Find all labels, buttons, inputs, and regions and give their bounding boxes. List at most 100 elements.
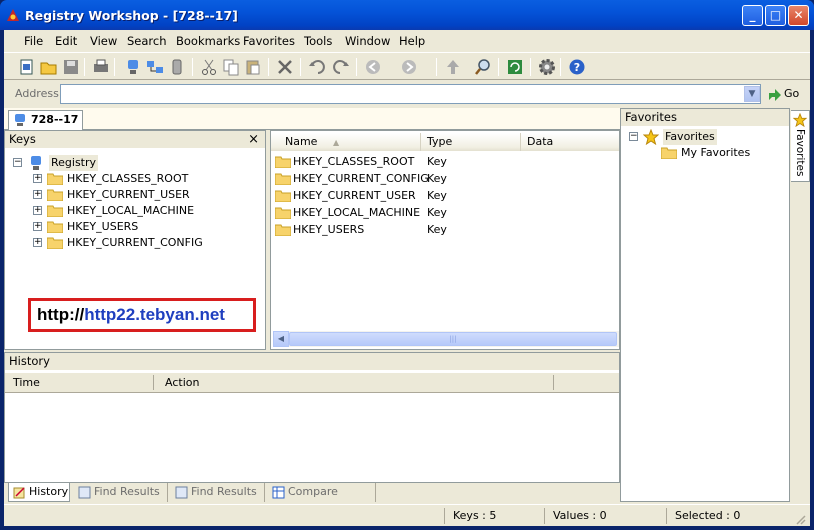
favorites-side-strip: Favorites [790,108,810,502]
collapse-icon[interactable]: − [13,158,22,167]
list-item-type: Key [427,155,447,168]
undo-icon[interactable] [308,58,326,76]
column-time[interactable]: Time [13,376,40,389]
address-label: Address [15,87,59,100]
back-icon[interactable] [364,58,382,76]
scroll-left-icon[interactable]: ◀ [273,331,289,347]
collapse-icon[interactable]: − [629,132,638,141]
list-item-type: Key [427,206,447,219]
address-bar: Address ▼ Go [4,82,810,106]
list-item-name: HKEY_CLASSES_ROOT [293,155,415,168]
column-action[interactable]: Action [165,376,199,389]
column-name[interactable]: Name ▲ [271,133,421,151]
copy-icon[interactable] [222,58,240,76]
folder-icon [47,237,63,249]
list-item-type: Key [427,223,447,236]
status-keys: Keys : 5 [444,508,544,524]
column-data[interactable]: Data [521,133,619,151]
expand-icon[interactable]: + [33,206,42,215]
delete-icon[interactable] [276,58,294,76]
menu-file[interactable]: File [24,34,43,48]
tab-find-results-1[interactable]: Find Results 1 [74,483,168,516]
refresh-icon[interactable] [506,58,524,76]
find-icon[interactable] [474,58,492,76]
tree-item-label: HKEY_CURRENT_USER [67,188,190,201]
options-icon[interactable] [538,58,556,76]
star-icon [793,113,807,127]
tab-history[interactable]: History [8,483,70,502]
expand-icon[interactable]: + [33,190,42,199]
menu-window[interactable]: Window [345,34,390,48]
tab-document[interactable]: 728--17 [8,110,84,130]
load-hive-icon[interactable] [168,58,186,76]
registry-icon[interactable] [124,58,142,76]
maximize-button[interactable]: □ [765,5,786,26]
tree-item-label: HKEY_LOCAL_MACHINE [67,204,195,217]
title-bar[interactable]: Registry Workshop - [728--17] _ □ ✕ [0,0,814,30]
list-item-name: HKEY_CURRENT_USER [293,189,416,202]
status-values: Values : 0 [544,508,666,524]
chevron-down-icon[interactable]: ▼ [744,86,760,102]
favorites-side-label: Favorites [794,129,806,177]
new-icon[interactable] [18,58,36,76]
go-button[interactable]: Go [766,85,806,103]
menu-tools[interactable]: Tools [304,34,332,48]
resize-grip-icon[interactable] [794,513,806,525]
expand-icon[interactable]: + [33,174,42,183]
forward-icon[interactable] [400,58,418,76]
tab-document-label: 728--17 [31,113,79,126]
watermark-prefix: http:// [37,305,85,324]
svg-text:?: ? [574,61,580,74]
compare-results-icon [272,486,285,499]
tree-root-label: Registry [49,155,99,171]
scroll-thumb[interactable]: ||| [289,332,617,346]
horizontal-scrollbar[interactable]: ◀ ||| [273,331,619,347]
favorites-panel-header: Favorites [621,109,789,127]
open-icon[interactable] [40,58,58,76]
star-icon [643,129,659,145]
list-item-type: Key [427,172,447,185]
toolbar: ? [4,52,810,80]
network-registry-icon[interactable] [146,58,164,76]
folder-icon [661,147,677,159]
address-input[interactable]: ▼ [60,84,761,104]
history-panel-header: History [5,353,619,371]
menu-help[interactable]: Help [399,34,425,48]
tree-item-label: HKEY_CLASSES_ROOT [67,172,189,185]
history-columns: Time Action [5,373,619,393]
menu-edit[interactable]: Edit [55,34,77,48]
tree-item-label: HKEY_CURRENT_CONFIG [67,236,203,249]
app-window: Registry Workshop - [728--17] _ □ ✕ File… [0,0,814,530]
menu-view[interactable]: View [90,34,117,48]
folder-icon [275,190,291,202]
folder-icon [47,173,63,185]
redo-icon[interactable] [332,58,350,76]
save-icon[interactable] [62,58,80,76]
favorites-panel: Favorites − Favorites My Favorites [620,108,790,502]
expand-icon[interactable]: + [33,238,42,247]
menu-bookmarks[interactable]: Bookmarks [176,34,240,48]
menu-favorites[interactable]: Favorites [243,34,295,48]
cut-icon[interactable] [200,58,218,76]
favorites-item-label: My Favorites [681,146,751,159]
help-icon[interactable]: ? [568,58,586,76]
up-icon[interactable] [444,58,462,76]
menu-search[interactable]: Search [127,34,167,48]
list-item-name: HKEY_USERS [293,223,365,236]
registry-icon [15,114,25,126]
expand-icon[interactable]: + [33,222,42,231]
go-label: Go [784,87,800,100]
minimize-button[interactable]: _ [742,5,763,26]
window-title: Registry Workshop - [728--17] [25,8,238,23]
client-area: File Edit View Search Bookmarks Favorite… [4,30,810,526]
paste-icon[interactable] [244,58,262,76]
close-button[interactable]: ✕ [788,5,809,26]
close-icon[interactable]: × [248,131,259,148]
tab-compare-results[interactable]: Compare Results [268,483,376,516]
tab-find-results-2[interactable]: Find Results 2 [171,483,265,516]
watermark-url: http://http22.tebyan.net [28,298,256,332]
tab-favorites-side[interactable]: Favorites [791,110,810,182]
print-icon[interactable] [92,58,110,76]
registry-icon [31,156,41,170]
column-type[interactable]: Type [421,133,521,151]
